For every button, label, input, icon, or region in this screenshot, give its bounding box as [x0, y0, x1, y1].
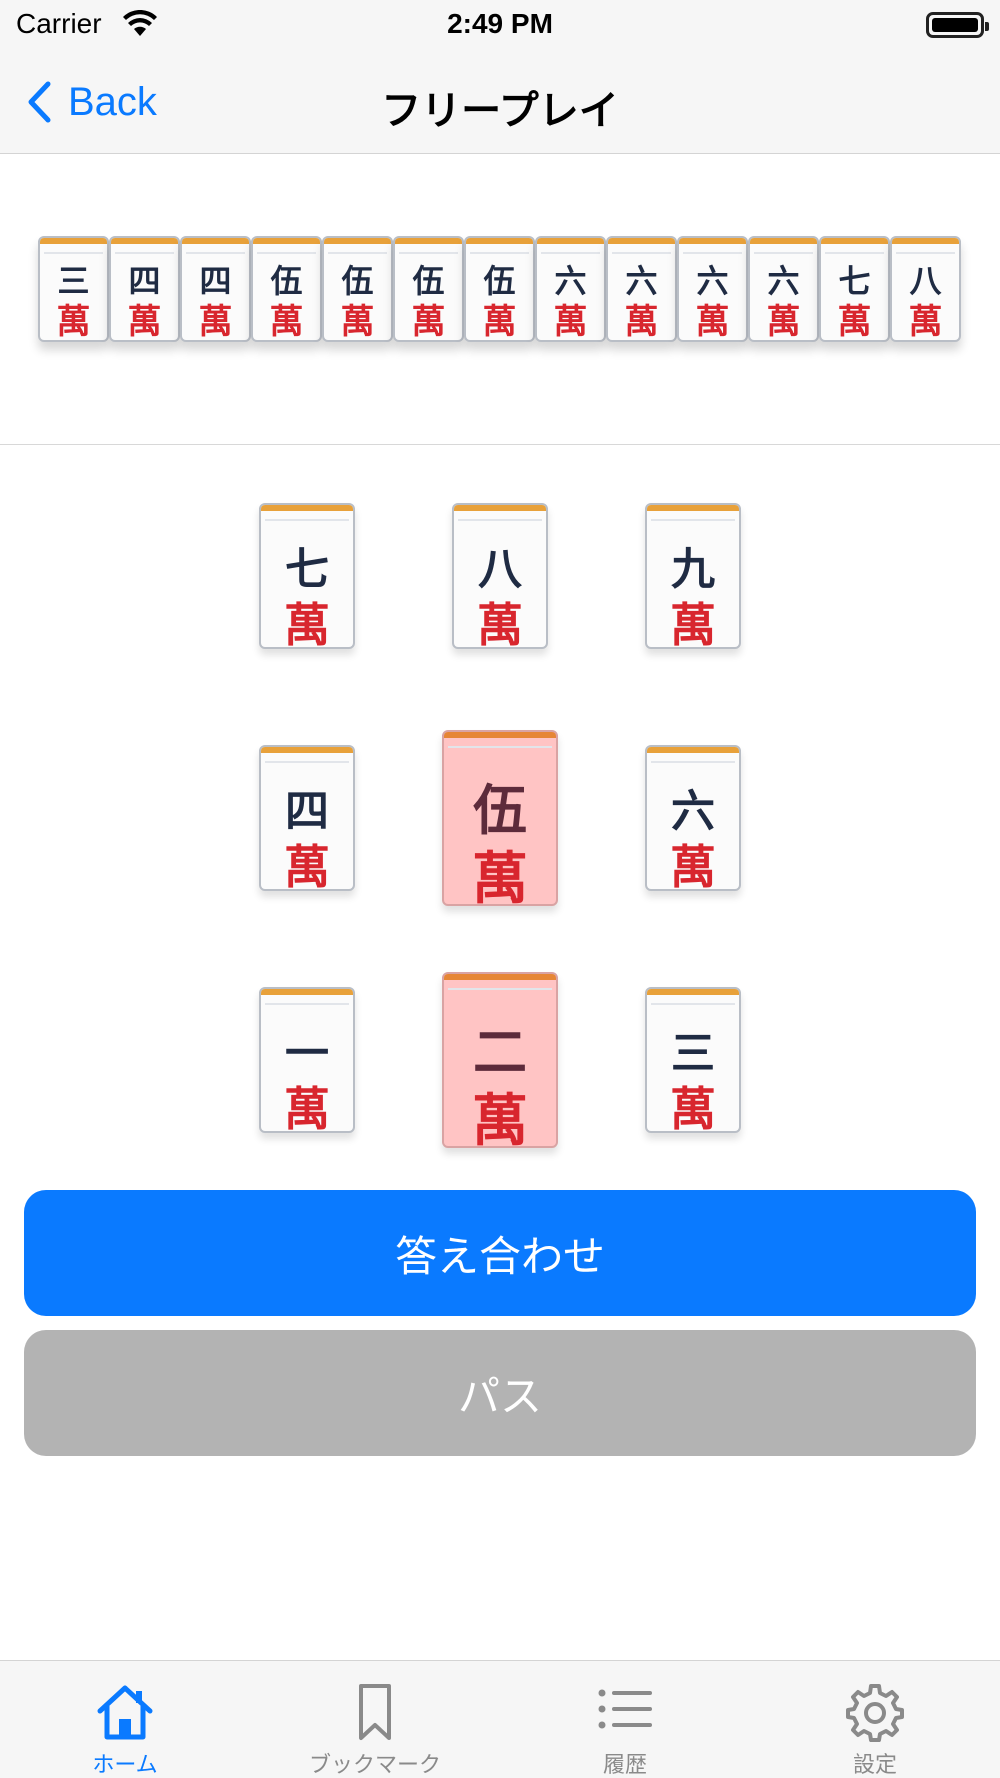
- tile-number: 一: [285, 1028, 329, 1079]
- tab-bookmark[interactable]: ブックマーク: [250, 1661, 500, 1778]
- tile-suit: 萬: [908, 302, 943, 342]
- hand-tile: 六萬: [677, 236, 748, 342]
- choice-tile[interactable]: 一萬: [259, 987, 355, 1133]
- tab-home[interactable]: ホーム: [0, 1661, 250, 1778]
- choice-tile[interactable]: 七萬: [259, 503, 355, 649]
- hand-tile: 伍萬: [322, 236, 393, 342]
- tile-suit: 萬: [670, 598, 716, 649]
- tile-number: 七: [285, 544, 329, 595]
- tile-number: 八: [478, 544, 522, 595]
- choice-tile[interactable]: 伍萬: [442, 730, 558, 906]
- hand-tile: 伍萬: [393, 236, 464, 342]
- list-icon: [598, 1689, 652, 1729]
- tab-bar: ホーム ブックマーク 履歴 設定: [0, 1660, 1000, 1778]
- status-bar: Carrier 2:49 PM: [0, 0, 1000, 52]
- choice-tile[interactable]: 八萬: [452, 503, 548, 649]
- page-title: フリープレイ: [381, 88, 619, 134]
- hand-tile: 八萬: [890, 236, 961, 342]
- tile-suit: 萬: [127, 302, 162, 342]
- tile-suit: 萬: [477, 598, 523, 649]
- hand-tile: 四萬: [109, 236, 180, 342]
- tile-suit: 萬: [837, 302, 872, 342]
- tile-suit: 萬: [284, 1082, 330, 1133]
- tab-history[interactable]: 履歴: [500, 1661, 750, 1778]
- tile-suit: 萬: [624, 302, 659, 342]
- tile-suit: 萬: [553, 302, 588, 342]
- choice-tile[interactable]: 六萬: [645, 745, 741, 891]
- tile-number: 四: [285, 786, 329, 837]
- tile-suit: 萬: [472, 1089, 528, 1148]
- battery-icon: [926, 12, 989, 38]
- bookmark-icon: [359, 1684, 391, 1740]
- tile-suit: 萬: [284, 598, 330, 649]
- tab-label: 設定: [852, 1753, 897, 1778]
- tile-number: 六: [671, 786, 715, 837]
- tile-suit: 萬: [198, 302, 233, 342]
- navigation-bar: Back フリープレイ: [0, 52, 1000, 154]
- check-answer-button[interactable]: 答え合わせ: [24, 1190, 976, 1316]
- choice-tile[interactable]: 二萬: [442, 972, 558, 1148]
- tile-suit: 萬: [269, 302, 304, 342]
- hand-tile: 六萬: [748, 236, 819, 342]
- tab-label: ホーム: [92, 1753, 158, 1778]
- tab-settings[interactable]: 設定: [750, 1661, 1000, 1778]
- tile-number: 三: [671, 1028, 715, 1079]
- home-icon: [97, 1685, 153, 1740]
- hand-tile: 伍萬: [464, 236, 535, 342]
- tile-suit: 萬: [695, 302, 730, 342]
- hand-tiles: 三萬四萬四萬伍萬伍萬伍萬伍萬六萬六萬六萬六萬七萬八萬: [38, 236, 961, 342]
- hand-tile: 六萬: [535, 236, 606, 342]
- tile-suit: 萬: [411, 302, 446, 342]
- hand-tile: 七萬: [819, 236, 890, 342]
- tile-number: 九: [671, 544, 715, 595]
- hand-tile: 六萬: [606, 236, 677, 342]
- tile-suit: 萬: [284, 840, 330, 891]
- hand-tile: 三萬: [38, 236, 109, 342]
- tab-label: 履歴: [602, 1753, 647, 1778]
- tile-suit: 萬: [482, 302, 517, 342]
- pass-button[interactable]: パス: [24, 1330, 976, 1456]
- divider: [0, 444, 1000, 445]
- gear-icon: [846, 1684, 904, 1742]
- tile-suit: 萬: [670, 1082, 716, 1133]
- tile-suit: 萬: [670, 840, 716, 891]
- choice-tile[interactable]: 三萬: [645, 987, 741, 1133]
- tile-suit: 萬: [766, 302, 801, 342]
- tab-label: ブックマーク: [308, 1753, 441, 1778]
- choice-tile[interactable]: 九萬: [645, 503, 741, 649]
- tile-suit: 萬: [56, 302, 91, 342]
- hand-tile: 四萬: [180, 236, 251, 342]
- tile-suit: 萬: [340, 302, 375, 342]
- clock: 2:49 PM: [447, 8, 553, 39]
- choice-tile[interactable]: 四萬: [259, 745, 355, 891]
- tile-suit: 萬: [472, 847, 528, 906]
- hand-tile: 伍萬: [251, 236, 322, 342]
